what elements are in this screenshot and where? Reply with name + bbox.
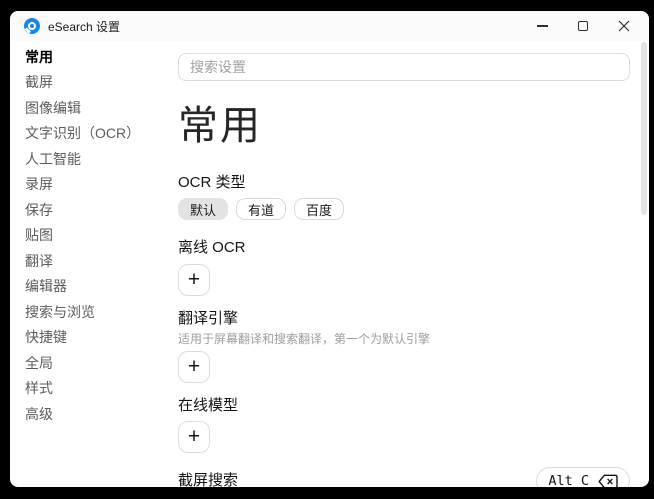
sidebar-item-screen-record[interactable]: 录屏 [25,172,178,198]
window-controls [535,19,631,33]
sidebar-item-translate[interactable]: 翻译 [25,248,178,274]
sidebar-item-ocr[interactable]: 文字识别（OCR） [25,121,178,147]
maximize-icon [578,21,588,31]
sidebar-item-common[interactable]: 常用 [25,44,178,70]
backspace-icon[interactable] [598,474,618,488]
ocr-type-label: OCR 类型 [178,174,630,192]
add-online-model-button[interactable]: + [178,421,210,453]
minimize-button[interactable] [535,19,549,33]
minimize-icon [537,25,548,26]
window-title: eSearch 设置 [48,18,120,35]
plus-icon: + [188,356,200,377]
sidebar-item-image-edit[interactable]: 图像编辑 [25,95,178,121]
settings-main: 常用 OCR 类型 默认 有道 百度 离线 OCR + 翻译引擎 适用于屏幕翻译… [178,41,649,487]
close-button[interactable] [617,19,631,33]
settings-window: eSearch 设置 常用 截屏 图像编辑 文字识别（OCR） 人工智能 录屏 … [10,11,649,487]
sidebar-item-advanced[interactable]: 高级 [25,401,178,427]
plus-icon: + [188,426,200,447]
online-model-label: 在线模型 [178,397,630,415]
esearch-app-icon [24,18,40,34]
sidebar-item-pin-image[interactable]: 贴图 [25,223,178,249]
sidebar-item-ai[interactable]: 人工智能 [25,146,178,172]
ocr-option-default[interactable]: 默认 [178,198,228,220]
sidebar-item-save[interactable]: 保存 [25,197,178,223]
offline-ocr-label: 离线 OCR [178,239,630,257]
sidebar-item-screenshot[interactable]: 截屏 [25,70,178,96]
ocr-option-baidu[interactable]: 百度 [294,198,344,220]
page-title: 常用 [178,101,630,151]
sidebar-item-global[interactable]: 全局 [25,350,178,376]
screenshot-search-shortcut[interactable]: Alt C [536,467,630,487]
ocr-type-options: 默认 有道 百度 [178,198,630,220]
titlebar[interactable]: eSearch 设置 [10,11,649,41]
sidebar-item-editor[interactable]: 编辑器 [25,274,178,300]
shortcut-keys: Alt C [548,473,589,487]
ocr-option-youdao[interactable]: 有道 [236,198,286,220]
add-offline-ocr-button[interactable]: + [178,264,210,296]
settings-sidebar: 常用 截屏 图像编辑 文字识别（OCR） 人工智能 录屏 保存 贴图 翻译 编辑… [10,41,178,487]
add-translate-engine-button[interactable]: + [178,351,210,383]
maximize-button[interactable] [576,19,590,33]
plus-icon: + [188,269,200,290]
screenshot-search-label: 截屏搜索 [178,472,238,487]
translate-engine-description: 适用于屏幕翻译和搜索翻译，第一个为默认引擎 [178,333,630,346]
translate-engine-label: 翻译引擎 [178,310,630,328]
screenshot-search-row: 截屏搜索 Alt C [178,467,630,487]
close-icon [618,20,630,32]
sidebar-item-style[interactable]: 样式 [25,376,178,402]
scrollbar-thumb[interactable] [641,42,647,215]
sidebar-item-search-browse[interactable]: 搜索与浏览 [25,299,178,325]
window-content: 常用 截屏 图像编辑 文字识别（OCR） 人工智能 录屏 保存 贴图 翻译 编辑… [10,41,649,487]
sidebar-item-hotkeys[interactable]: 快捷键 [25,325,178,351]
search-input[interactable] [178,53,630,81]
